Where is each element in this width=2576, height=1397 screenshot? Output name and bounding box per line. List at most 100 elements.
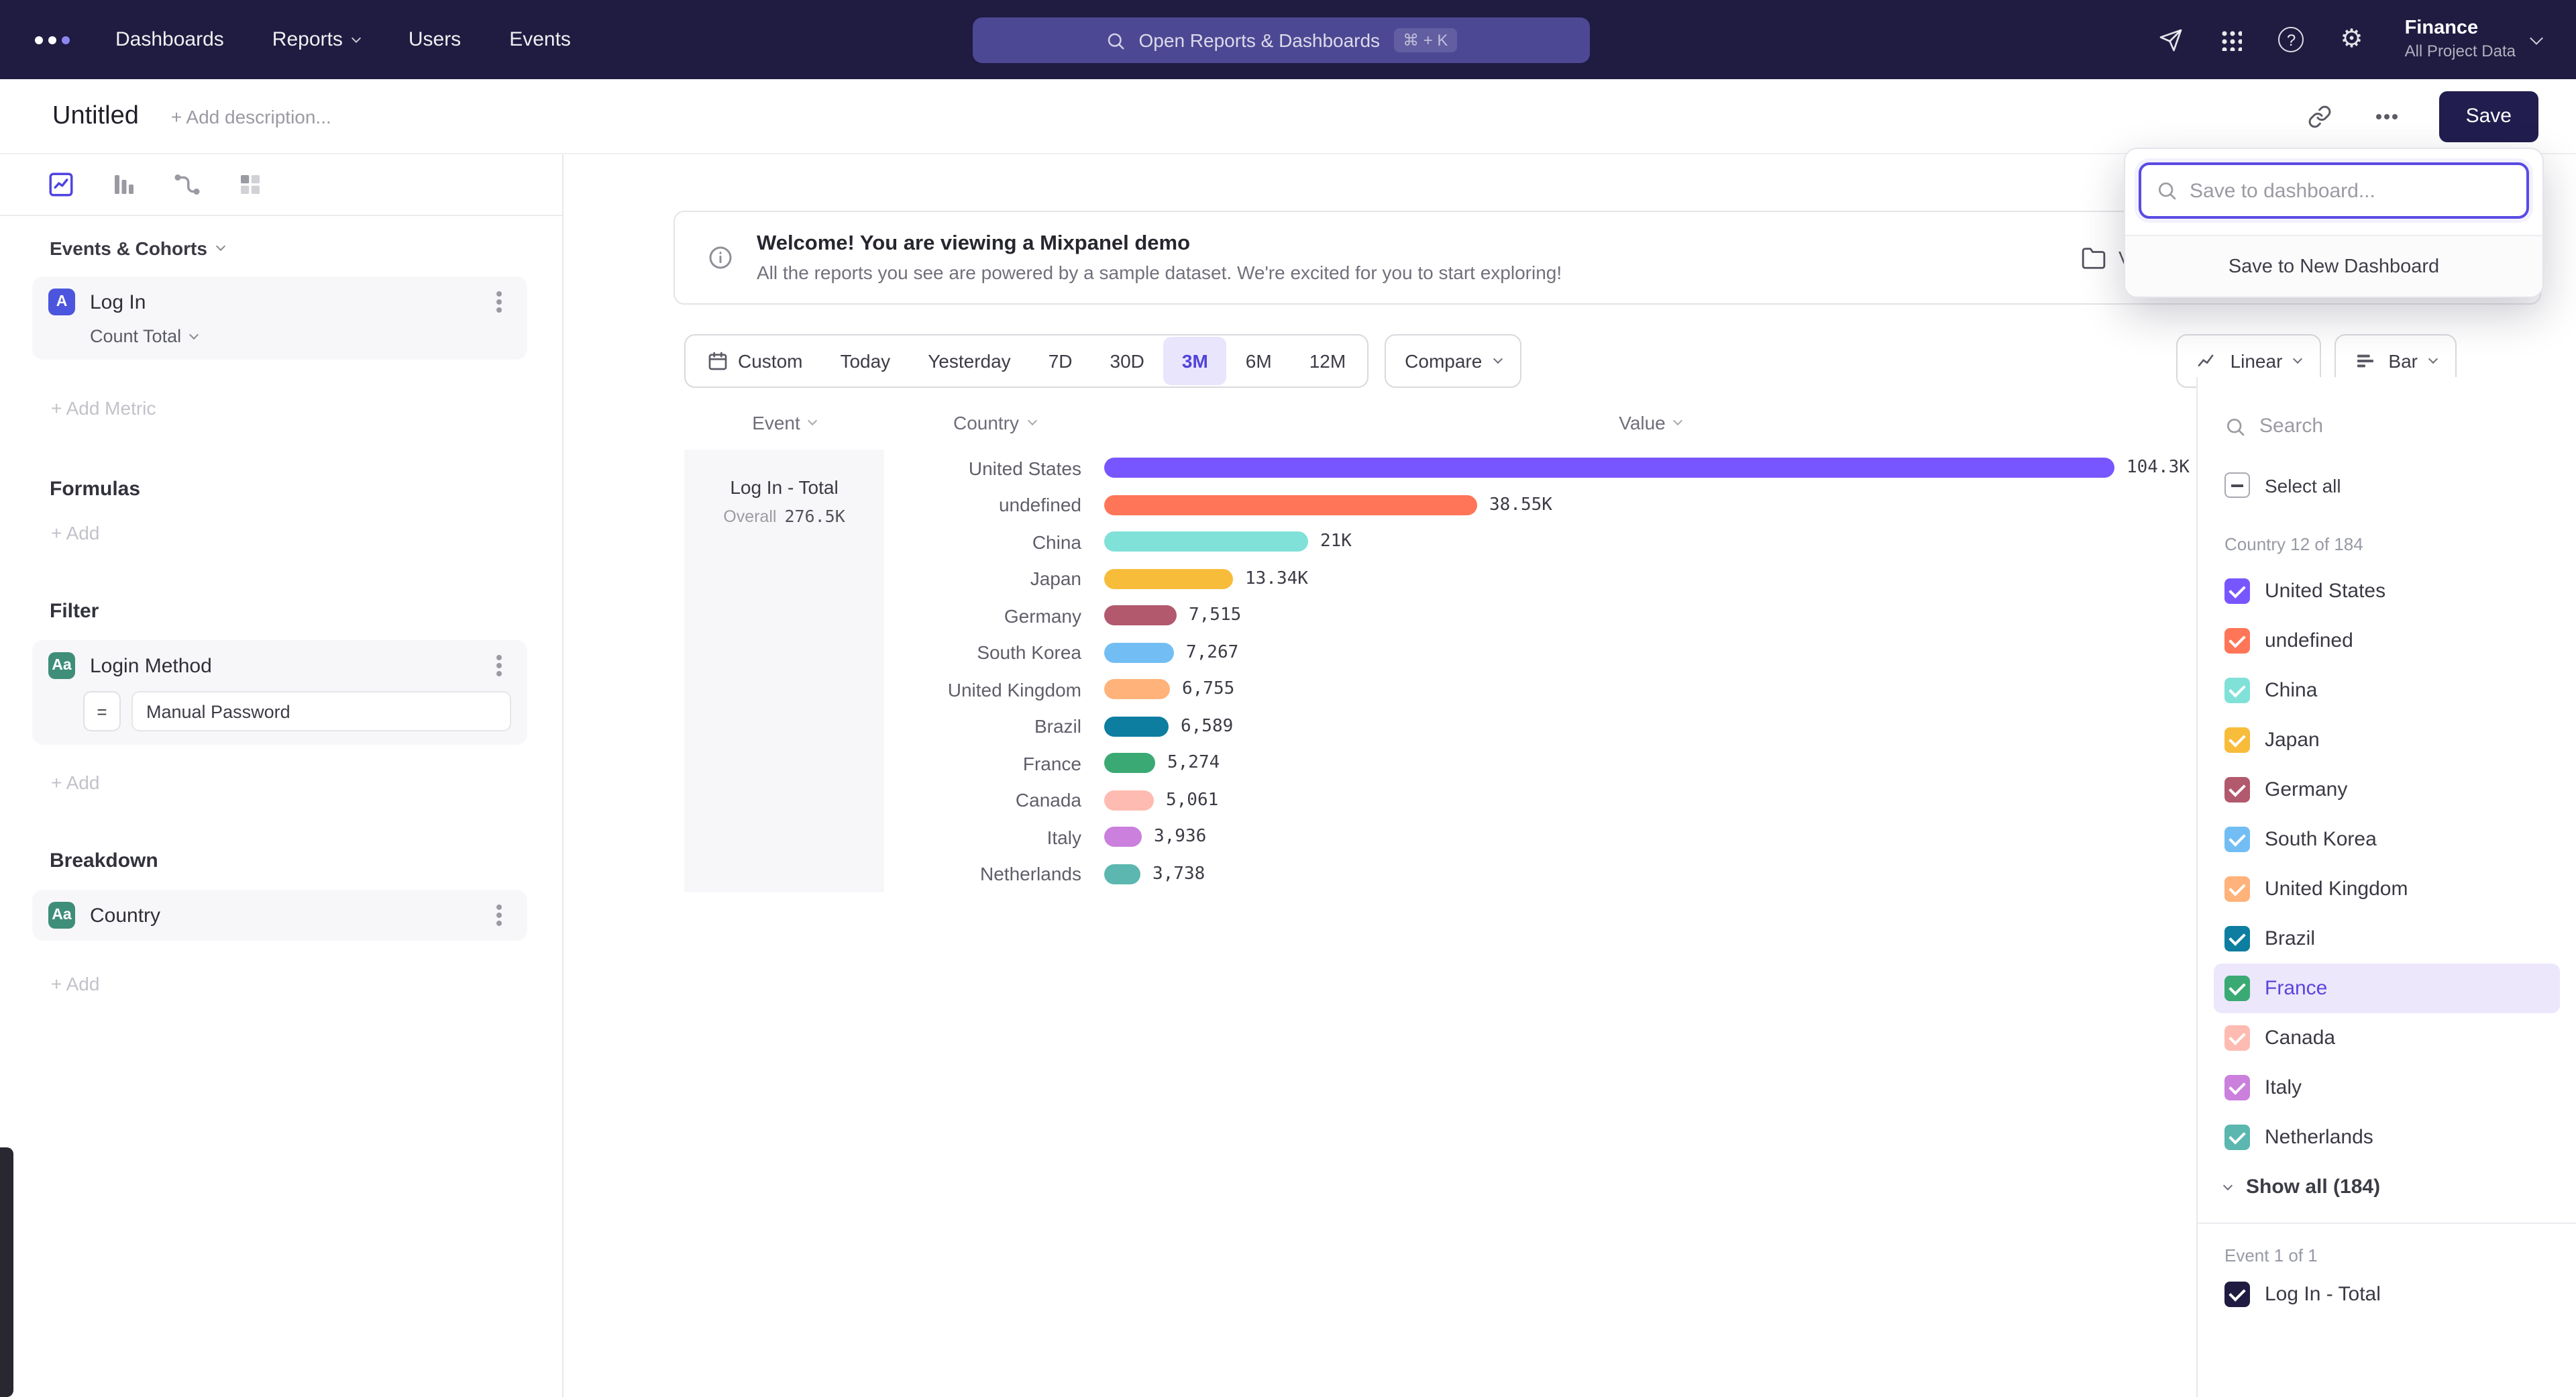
aggregation-dropdown[interactable]: Count Total [90, 326, 511, 346]
chart-row: United States 104.3K [884, 450, 2190, 486]
add-description-field[interactable]: + Add description... [171, 105, 331, 127]
value-bar[interactable] [1104, 717, 1169, 737]
chart-row: China 21K [884, 523, 2190, 560]
metric-card-log-in[interactable]: A Log In Count Total [32, 276, 527, 360]
value-bar[interactable] [1104, 532, 1308, 552]
country-checkbox[interactable] [2224, 1025, 2250, 1051]
retention-tab-icon[interactable] [236, 170, 264, 199]
filter-more-icon[interactable] [487, 654, 511, 678]
filter-card-login-method[interactable]: Aa Login Method = Manual Password [32, 640, 527, 745]
overall-value: 276.5K [784, 506, 845, 526]
value-bar[interactable] [1104, 680, 1170, 700]
column-header-event[interactable]: Event [684, 412, 884, 433]
country-checkbox[interactable] [2224, 777, 2250, 803]
event-checkbox[interactable] [2224, 1282, 2250, 1307]
info-icon [707, 244, 734, 271]
divider [2198, 1223, 2576, 1224]
project-name: Finance [2405, 18, 2516, 40]
help-icon[interactable]: ? [2279, 27, 2304, 52]
select-all-row[interactable]: Select all [2224, 472, 2549, 498]
add-filter-button[interactable]: + Add [51, 772, 562, 793]
nav-item-events[interactable]: Events [509, 28, 571, 51]
apps-grid-icon[interactable] [2220, 28, 2243, 51]
insights-tab-icon[interactable] [47, 170, 75, 199]
value-bar[interactable] [1104, 569, 1233, 589]
global-search-button[interactable]: Open Reports & Dashboards ⌘ + K [973, 17, 1590, 63]
column-header-country[interactable]: Country [884, 412, 1104, 433]
mixpanel-logo-icon[interactable] [35, 36, 70, 44]
country-label: undefined [2265, 629, 2353, 652]
country-checkbox-row[interactable]: United States [2214, 566, 2560, 616]
filter-value-field[interactable]: Manual Password [131, 691, 511, 731]
country-checkbox[interactable] [2224, 976, 2250, 1001]
nav-item-dashboards[interactable]: Dashboards [115, 28, 224, 51]
metric-more-icon[interactable] [487, 290, 511, 314]
calendar-icon [707, 350, 729, 372]
country-checkbox-row[interactable]: China [2214, 666, 2560, 715]
country-checkbox-row[interactable]: France [2214, 964, 2560, 1013]
country-checkbox-row[interactable]: Netherlands [2214, 1113, 2560, 1162]
panel-search [2224, 415, 2549, 437]
column-header-value[interactable]: Value [1104, 412, 2196, 433]
folder-icon [2081, 245, 2106, 270]
country-checkbox[interactable] [2224, 628, 2250, 654]
country-checkbox[interactable] [2224, 876, 2250, 902]
add-metric-button[interactable]: + Add Metric [51, 397, 562, 419]
value-bar[interactable] [1104, 827, 1142, 847]
country-checkbox[interactable] [2224, 827, 2250, 852]
event-section-label: Event 1 of 1 [2224, 1245, 2549, 1265]
flows-tab-icon[interactable] [173, 170, 201, 199]
country-checkbox[interactable] [2224, 1125, 2250, 1150]
country-checkbox[interactable] [2224, 1075, 2250, 1100]
share-icon[interactable] [2159, 28, 2184, 52]
value-label: 6,589 [1181, 717, 1233, 737]
project-switcher[interactable]: Finance All Project Data [2405, 18, 2541, 62]
country-checkbox-row[interactable]: Japan [2214, 715, 2560, 765]
panel-collapse-handle[interactable] [0, 1147, 13, 1397]
nav-item-users[interactable]: Users [409, 28, 461, 51]
value-bar[interactable] [1104, 864, 1140, 884]
save-to-new-dashboard-option[interactable]: Save to New Dashboard [2125, 235, 2542, 297]
country-checkbox[interactable] [2224, 678, 2250, 703]
country-checkbox-row[interactable]: Brazil [2214, 914, 2560, 964]
add-formula-button[interactable]: + Add [51, 522, 562, 544]
show-all-button[interactable]: Show all (184) [2224, 1176, 2549, 1198]
country-checkbox-row[interactable]: United Kingdom [2214, 864, 2560, 914]
copy-link-icon[interactable] [2305, 101, 2334, 131]
select-all-checkbox[interactable] [2224, 472, 2250, 498]
chart-row: Brazil 6,589 [884, 708, 2190, 745]
more-options-icon[interactable] [2372, 101, 2402, 131]
nav-item-reports[interactable]: Reports [272, 28, 360, 51]
breakdown-more-icon[interactable] [487, 903, 511, 927]
value-bar[interactable] [1104, 790, 1154, 811]
country-checkbox[interactable] [2224, 727, 2250, 753]
breakdown-card-country[interactable]: Aa Country [32, 890, 527, 941]
country-checkbox-row[interactable]: Italy [2214, 1063, 2560, 1113]
events-cohorts-section-title[interactable]: Events & Cohorts [50, 238, 562, 259]
value-bar[interactable] [1104, 643, 1174, 663]
add-breakdown-button[interactable]: + Add [51, 973, 562, 994]
report-title[interactable]: Untitled [52, 101, 139, 131]
filter-operator-dropdown[interactable]: = [83, 691, 121, 731]
country-checkbox-row[interactable]: South Korea [2214, 815, 2560, 864]
country-checkbox-row[interactable]: Canada [2214, 1013, 2560, 1063]
country-checkbox-row[interactable]: Germany [2214, 765, 2560, 815]
country-checkbox[interactable] [2224, 926, 2250, 951]
value-label: 5,061 [1166, 790, 1218, 811]
funnels-tab-icon[interactable] [110, 170, 138, 199]
series-summary-cell[interactable]: Log In - Total Overall276.5K [684, 450, 884, 892]
settings-gear-icon[interactable]: ⚙ [2341, 27, 2363, 52]
save-button[interactable]: Save [2439, 91, 2538, 142]
value-bar[interactable] [1104, 495, 1477, 515]
value-bar[interactable] [1104, 606, 1177, 626]
value-bar[interactable] [1104, 754, 1155, 774]
property-badge: Aa [48, 902, 75, 929]
dashboard-search-input[interactable] [2190, 179, 2512, 202]
country-checkbox[interactable] [2224, 578, 2250, 604]
value-bar[interactable] [1104, 458, 2114, 478]
panel-search-input[interactable] [2259, 415, 2549, 437]
country-checkbox-row[interactable]: undefined [2214, 616, 2560, 666]
country-label: France [2265, 977, 2327, 1000]
event-checkbox-row[interactable]: Log In - Total [2224, 1282, 2549, 1307]
chevron-down-icon [189, 329, 199, 339]
